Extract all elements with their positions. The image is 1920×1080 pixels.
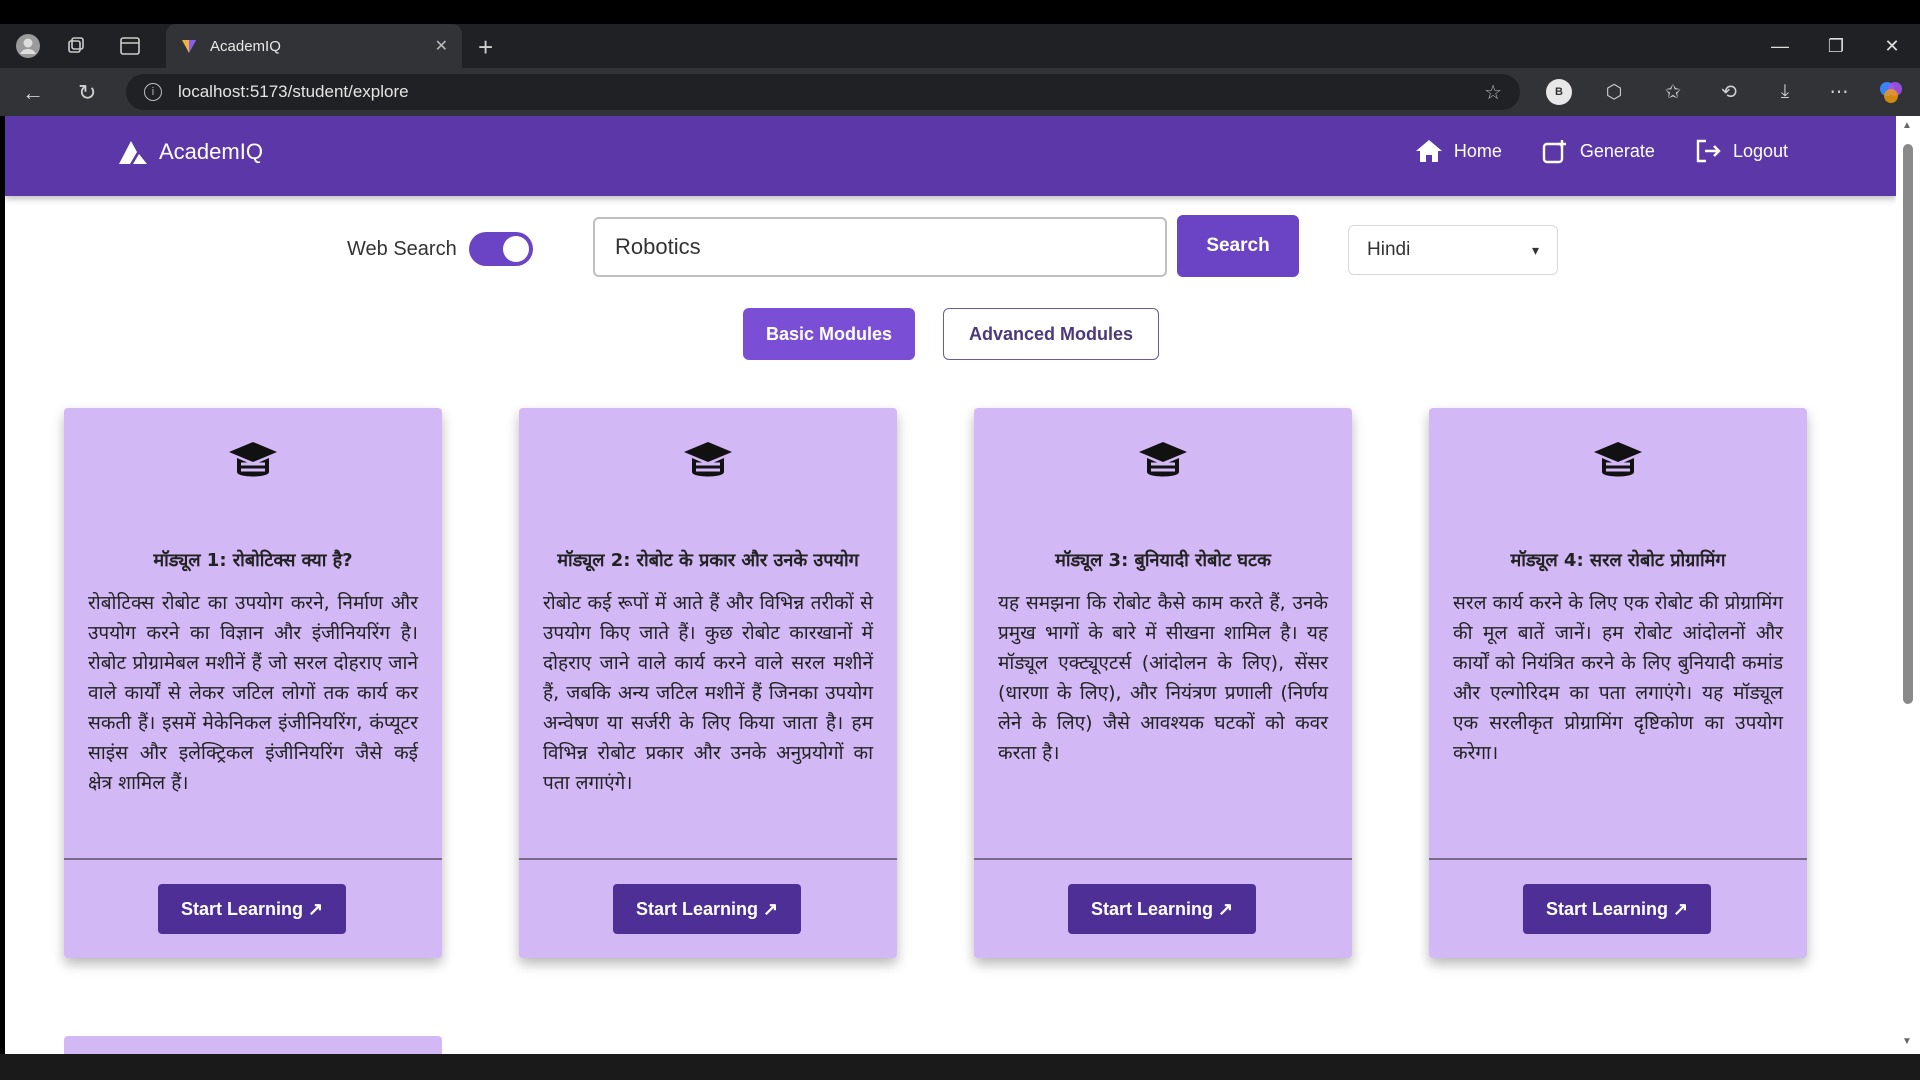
- nav-home[interactable]: Home: [1414, 138, 1502, 164]
- favorites-icon[interactable]: ✩: [1658, 78, 1688, 106]
- module-title: मॉड्यूल 1: रोबोटिक्स क्या है?: [153, 550, 353, 571]
- nav-generate[interactable]: Generate: [1542, 138, 1655, 164]
- app-navbar: AcademIQ Home Generate Logout: [5, 116, 1896, 196]
- academiq-logo-icon: [119, 141, 147, 164]
- graduation-cap-icon: [1139, 442, 1187, 477]
- chevron-down-icon: ▾: [1531, 241, 1539, 258]
- address-bar[interactable]: i localhost:5173/student/explore ☆: [126, 74, 1520, 110]
- page-scrollbar[interactable]: ▲ ▼: [1896, 116, 1920, 1054]
- language-value: Hindi: [1367, 239, 1411, 260]
- scrollbar-thumb[interactable]: [1903, 144, 1913, 704]
- url-text: localhost:5173/student/explore: [178, 82, 409, 101]
- window-controls: — ❐ ✕: [1752, 24, 1920, 68]
- profile-icon[interactable]: [14, 32, 42, 60]
- module-description: सरल कार्य करने के लिए एक रोबोट की प्रोग्…: [1453, 592, 1783, 764]
- scroll-down-icon[interactable]: ▼: [1902, 1036, 1912, 1047]
- profile-button[interactable]: B: [1544, 78, 1574, 106]
- module-description: रोबोट कई रूपों में आते हैं और विभिन्न तर…: [543, 592, 873, 794]
- profile-initial: B: [1546, 79, 1572, 105]
- language-select[interactable]: Hindi ▾: [1348, 225, 1558, 275]
- academiq-favicon-icon: [182, 40, 196, 53]
- logout-icon: [1696, 139, 1721, 163]
- tab-actions-icon[interactable]: [116, 32, 144, 60]
- search-input[interactable]: [593, 217, 1167, 277]
- browser-tab-bar: AcademIQ ✕ + — ❐ ✕: [0, 24, 1920, 68]
- module-description: रोबोटिक्स रोबोट का उपयोग करने, निर्माण औ…: [88, 592, 418, 794]
- module-title: मॉड्यूल 3: बुनियादी रोबोट घटक: [1055, 550, 1271, 571]
- window-close-icon[interactable]: ✕: [1864, 24, 1920, 68]
- start-learning-button[interactable]: Start Learning ↗: [613, 884, 801, 934]
- nav-logout[interactable]: Logout: [1695, 138, 1788, 164]
- start-learning-button[interactable]: Start Learning ↗: [1523, 884, 1711, 934]
- home-icon: [1415, 140, 1442, 162]
- card-divider: [64, 858, 442, 860]
- search-button[interactable]: Search: [1177, 215, 1299, 277]
- history-icon[interactable]: ⟲: [1714, 78, 1744, 106]
- downloads-icon[interactable]: ⤓: [1770, 78, 1800, 106]
- graduation-cap-icon: [684, 442, 732, 477]
- start-learning-button[interactable]: Start Learning ↗: [1068, 884, 1256, 934]
- site-info-icon[interactable]: i: [144, 83, 162, 101]
- more-menu-icon[interactable]: ⋯: [1824, 78, 1854, 106]
- new-tab-icon[interactable]: +: [478, 32, 493, 63]
- brand-logo[interactable]: AcademIQ: [117, 138, 263, 166]
- module-description: यह समझना कि रोबोट कैसे काम करते हैं, उनक…: [998, 592, 1328, 764]
- module-card-1: मॉड्यूल 1: रोबोटिक्स क्या है? रोबोटिक्स …: [64, 408, 442, 958]
- advanced-modules-button[interactable]: Advanced Modules: [943, 308, 1159, 360]
- tab-title: AcademIQ: [210, 37, 281, 55]
- nav-generate-label: Generate: [1579, 140, 1655, 161]
- module-card-3: मॉड्यूल 3: बुनियादी रोबोट घटक यह समझना क…: [974, 408, 1352, 958]
- basic-modules-button[interactable]: Basic Modules: [743, 308, 915, 360]
- generate-icon: [1542, 140, 1566, 164]
- screen: AcademIQ ✕ + — ❐ ✕ ← ↻ i localhost:5173/…: [0, 0, 1920, 1080]
- browser-toolbar: ← ↻ i localhost:5173/student/explore ☆ B…: [0, 68, 1920, 116]
- favorite-star-icon[interactable]: ☆: [1484, 80, 1502, 105]
- web-search-control: Web Search: [347, 232, 533, 266]
- copilot-icon[interactable]: [1876, 78, 1906, 106]
- module-card-5-partial: [64, 1036, 442, 1054]
- web-page: AcademIQ Home Generate Logout Web Search: [5, 116, 1896, 1054]
- nav-logout-label: Logout: [1732, 140, 1788, 161]
- module-title: मॉड्यूल 2: रोबोट के प्रकार और उनके उपयोग: [557, 550, 859, 571]
- module-card-4: मॉड्यूल 4: सरल रोबोट प्रोग्रामिंग सरल का…: [1429, 408, 1807, 958]
- start-learning-button[interactable]: Start Learning ↗: [158, 884, 346, 934]
- scroll-up-icon[interactable]: ▲: [1902, 120, 1912, 131]
- card-divider: [974, 858, 1352, 860]
- graduation-cap-icon: [1594, 442, 1642, 477]
- reload-icon[interactable]: ↻: [78, 80, 96, 106]
- restore-icon[interactable]: ❐: [1808, 24, 1864, 68]
- nav-home-label: Home: [1453, 140, 1502, 161]
- module-card-2: मॉड्यूल 2: रोबोट के प्रकार और उनके उपयोग…: [519, 408, 897, 958]
- web-search-label: Web Search: [347, 237, 457, 260]
- back-icon[interactable]: ←: [22, 80, 44, 106]
- card-divider: [519, 858, 897, 860]
- workspaces-icon[interactable]: [62, 32, 90, 60]
- extensions-icon[interactable]: ⬡: [1599, 78, 1629, 106]
- graduation-cap-icon: [229, 442, 277, 477]
- module-title: मॉड्यूल 4: सरल रोबोट प्रोग्रामिंग: [1510, 550, 1726, 571]
- web-search-toggle[interactable]: [468, 232, 533, 266]
- minimize-icon[interactable]: —: [1752, 24, 1808, 68]
- tab-close-icon[interactable]: ✕: [435, 36, 448, 56]
- card-divider: [1429, 858, 1807, 860]
- brand-name: AcademIQ: [159, 139, 263, 164]
- nav-links: Home Generate Logout: [1414, 138, 1788, 164]
- bottom-edge: [0, 1054, 1920, 1080]
- browser-tab-active[interactable]: AcademIQ ✕: [166, 24, 462, 68]
